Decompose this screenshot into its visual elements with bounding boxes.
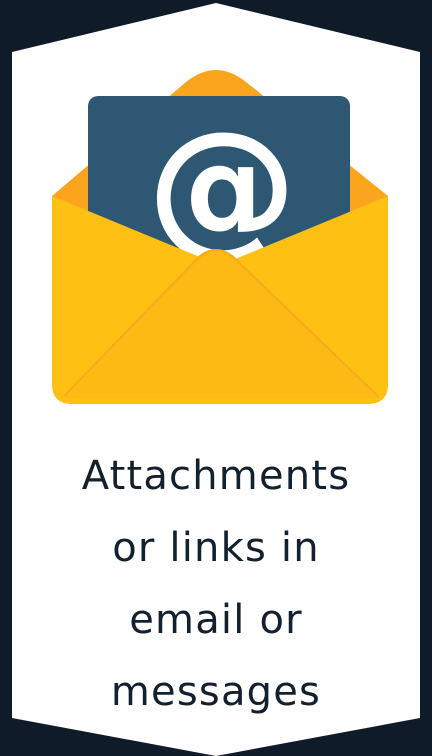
caption-line-4: messages: [110, 669, 322, 715]
email-envelope-icon: @: [52, 70, 388, 404]
caption-line-2: or links in: [112, 525, 320, 571]
caption-line-3: email or: [129, 597, 303, 643]
caption-text: Attachments or links in email or message…: [12, 440, 420, 728]
caption-line-1: Attachments: [81, 453, 351, 499]
